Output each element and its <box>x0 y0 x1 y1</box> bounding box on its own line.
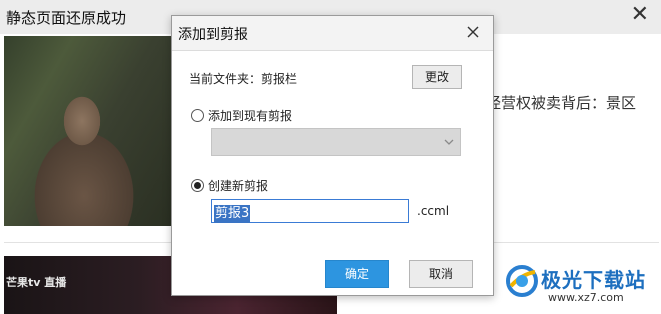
cancel-button[interactable]: 取消 <box>409 260 473 288</box>
selected-input-text: 剪报3 <box>214 205 251 223</box>
dialog-titlebar: 添加到剪报 <box>172 16 493 51</box>
radio-existing-label[interactable]: 添加到现有剪报 <box>208 107 292 124</box>
close-icon[interactable] <box>463 22 483 42</box>
change-folder-button[interactable]: 更改 <box>412 65 462 89</box>
new-clipping-name-input[interactable]: 剪报3 <box>211 199 409 223</box>
buddha-photo <box>4 36 172 226</box>
file-extension-label: .ccml <box>417 204 450 218</box>
watermark-logo-icon <box>506 265 538 297</box>
dialog-title: 添加到剪报 <box>178 27 248 43</box>
page-title: 静态页面还原成功 <box>6 9 127 27</box>
watermark-name: 极光下载站 <box>541 268 646 292</box>
radio-new-clipping[interactable] <box>191 179 204 192</box>
tv-logo: 芒果tv 直播 <box>6 276 67 289</box>
radio-existing-clipping[interactable] <box>191 109 204 122</box>
radio-new-label[interactable]: 创建新剪报 <box>208 177 268 194</box>
ok-button[interactable]: 确定 <box>325 260 389 288</box>
current-folder-label: 当前文件夹：剪报栏 <box>189 72 298 86</box>
add-to-clipping-dialog: 添加到剪报 当前文件夹：剪报栏 更改 添加到现有剪报 创建新剪报 剪报3 .cc… <box>171 15 494 296</box>
article-headline[interactable]: 经营权被卖背后：景区 <box>486 92 636 113</box>
existing-clipping-select[interactable] <box>211 128 461 156</box>
page-close-icon[interactable]: ✕ <box>631 4 649 26</box>
watermark-url: www.xz7.com <box>548 291 624 304</box>
chevron-down-icon <box>444 139 454 145</box>
